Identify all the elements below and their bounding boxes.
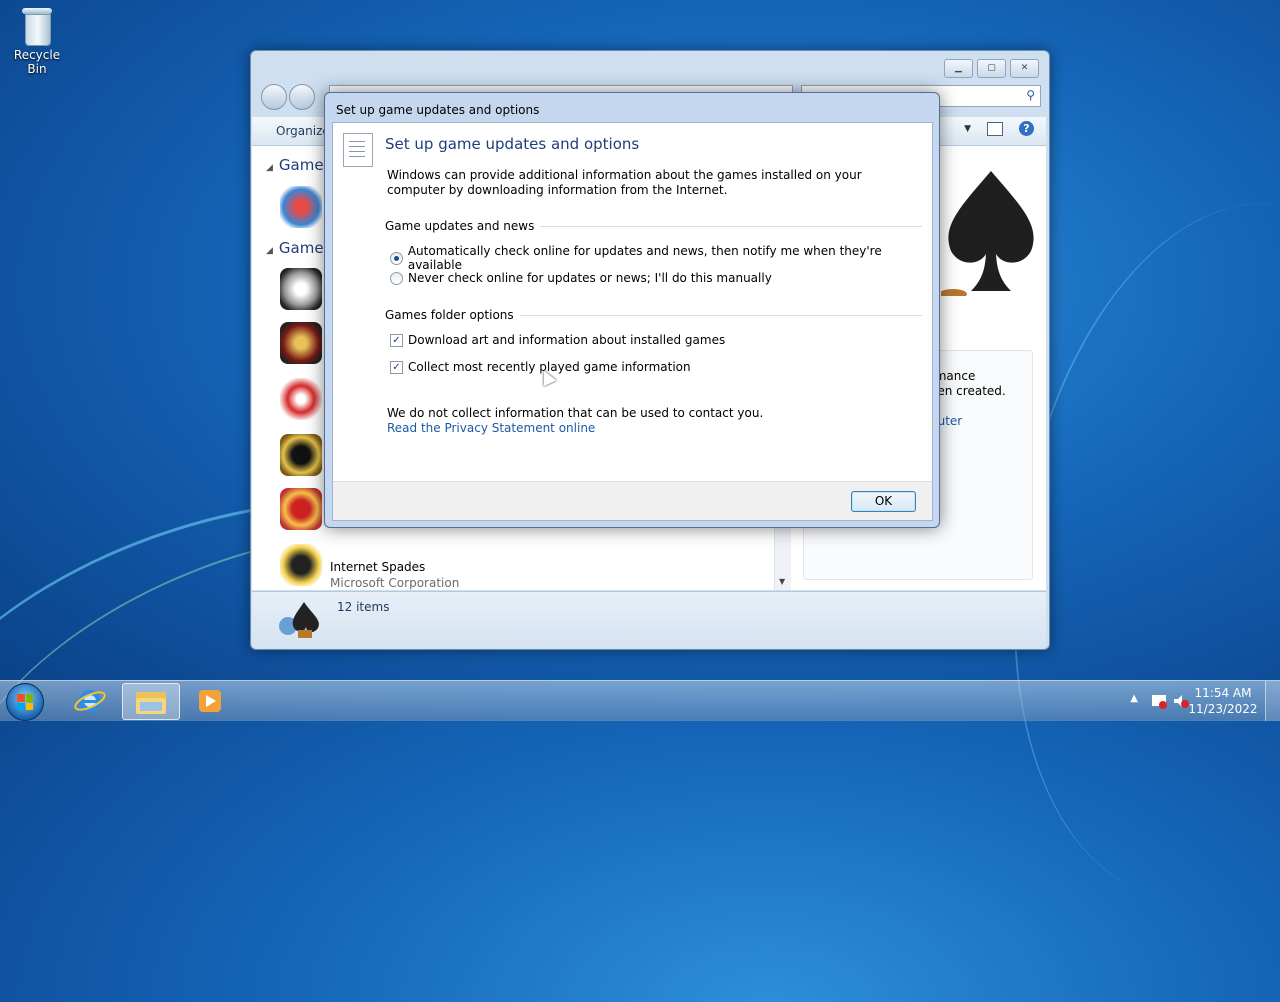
- game-icon-internet-checkers[interactable]: [280, 488, 322, 530]
- game-icon-checkers[interactable]: [280, 322, 322, 364]
- dialog-heading: Set up game updates and options: [385, 135, 640, 153]
- show-desktop-button[interactable]: [1265, 681, 1280, 721]
- organize-button[interactable]: Organize: [276, 124, 330, 138]
- dialog-body: Set up game updates and options Windows …: [332, 122, 933, 482]
- minimize-button[interactable]: ▁: [944, 59, 973, 78]
- desktop-icon-recycle-bin[interactable]: Recycle Bin: [4, 6, 70, 76]
- recycle-bin-icon: [20, 6, 54, 46]
- checkbox-checked[interactable]: ✓: [390, 360, 403, 374]
- group-header-games[interactable]: ◢ Games: [266, 239, 331, 257]
- action-center-icon[interactable]: [1150, 692, 1168, 710]
- show-hidden-icons-icon[interactable]: ▲: [1130, 693, 1138, 704]
- ok-button[interactable]: OK: [851, 491, 916, 512]
- section-folder-options: Games folder options: [385, 308, 922, 322]
- taskbar: ▲ 11:54 AM 11/23/2022: [0, 680, 1280, 721]
- section-game-updates: Game updates and news: [385, 219, 922, 233]
- taskbar-media-player[interactable]: [182, 683, 238, 718]
- window-controls: ▁ ▢ ✕: [944, 59, 1039, 78]
- game-icon-backgammon[interactable]: [280, 434, 322, 476]
- games-folder-icon: [279, 602, 319, 638]
- spades-icon[interactable]: [280, 544, 322, 586]
- radio-never-check[interactable]: Never check online for updates or news; …: [390, 271, 772, 285]
- item-count: 12 items: [337, 600, 390, 614]
- privacy-statement-link[interactable]: Read the Privacy Statement online: [387, 421, 595, 435]
- search-icon: ⚲: [1026, 88, 1035, 102]
- details-pane: 12 items: [252, 591, 1046, 648]
- close-button[interactable]: ✕: [1010, 59, 1039, 78]
- hearts-icon[interactable]: [280, 378, 322, 420]
- info-text: een created.: [930, 384, 1006, 398]
- windows-logo-icon: [17, 694, 33, 710]
- section-label: Games folder options: [385, 308, 520, 322]
- dialog-footer: OK: [332, 481, 933, 521]
- game-icon-puzzle-cards[interactable]: [280, 186, 322, 228]
- scroll-down-icon[interactable]: ▼: [779, 577, 785, 586]
- settings-document-icon: [343, 133, 373, 167]
- item-publisher: Microsoft Corporation: [330, 576, 460, 590]
- help-icon[interactable]: ?: [1019, 121, 1034, 136]
- dialog-title: Set up game updates and options: [336, 103, 540, 117]
- forward-button[interactable]: [289, 84, 315, 110]
- media-player-icon: [199, 690, 221, 712]
- start-button[interactable]: [6, 683, 44, 721]
- taskbar-windows-explorer[interactable]: [122, 683, 180, 720]
- clock[interactable]: 11:54 AM 11/23/2022: [1188, 685, 1258, 717]
- radio-label: Automatically check online for updates a…: [407, 244, 882, 272]
- folder-icon: [136, 692, 166, 714]
- clock-date: 11/23/2022: [1188, 702, 1258, 716]
- dialog-description: Windows can provide additional informati…: [387, 168, 862, 197]
- radio-button[interactable]: [390, 271, 403, 285]
- radio-auto-check[interactable]: Automatically check online for updates a…: [390, 244, 932, 272]
- clock-time: 11:54 AM: [1194, 686, 1252, 700]
- chess-icon[interactable]: [280, 268, 322, 310]
- maximize-button[interactable]: ▢: [977, 59, 1006, 78]
- internet-explorer-icon: [74, 690, 106, 712]
- views-dropdown-icon[interactable]: ▼: [964, 124, 971, 134]
- radio-label: Never check online for updates or news; …: [408, 271, 772, 285]
- checkbox-download-art[interactable]: ✓ Download art and information about ins…: [390, 333, 725, 347]
- taskbar-internet-explorer[interactable]: [62, 683, 118, 718]
- game-options-dialog: Set up game updates and options Set up g…: [324, 92, 940, 528]
- checkbox-label: Download art and information about insta…: [408, 333, 726, 347]
- radio-button-selected[interactable]: [390, 251, 403, 265]
- section-label: Game updates and news: [385, 219, 541, 233]
- back-button[interactable]: [261, 84, 287, 110]
- recycle-bin-label: Recycle Bin: [13, 48, 61, 76]
- preview-pane-icon[interactable]: [987, 121, 1003, 136]
- privacy-note: We do not collect information that can b…: [387, 406, 764, 420]
- checkbox-checked[interactable]: ✓: [390, 333, 403, 347]
- spade-icon: [941, 171, 1034, 296]
- item-title[interactable]: Internet Spades: [330, 560, 425, 574]
